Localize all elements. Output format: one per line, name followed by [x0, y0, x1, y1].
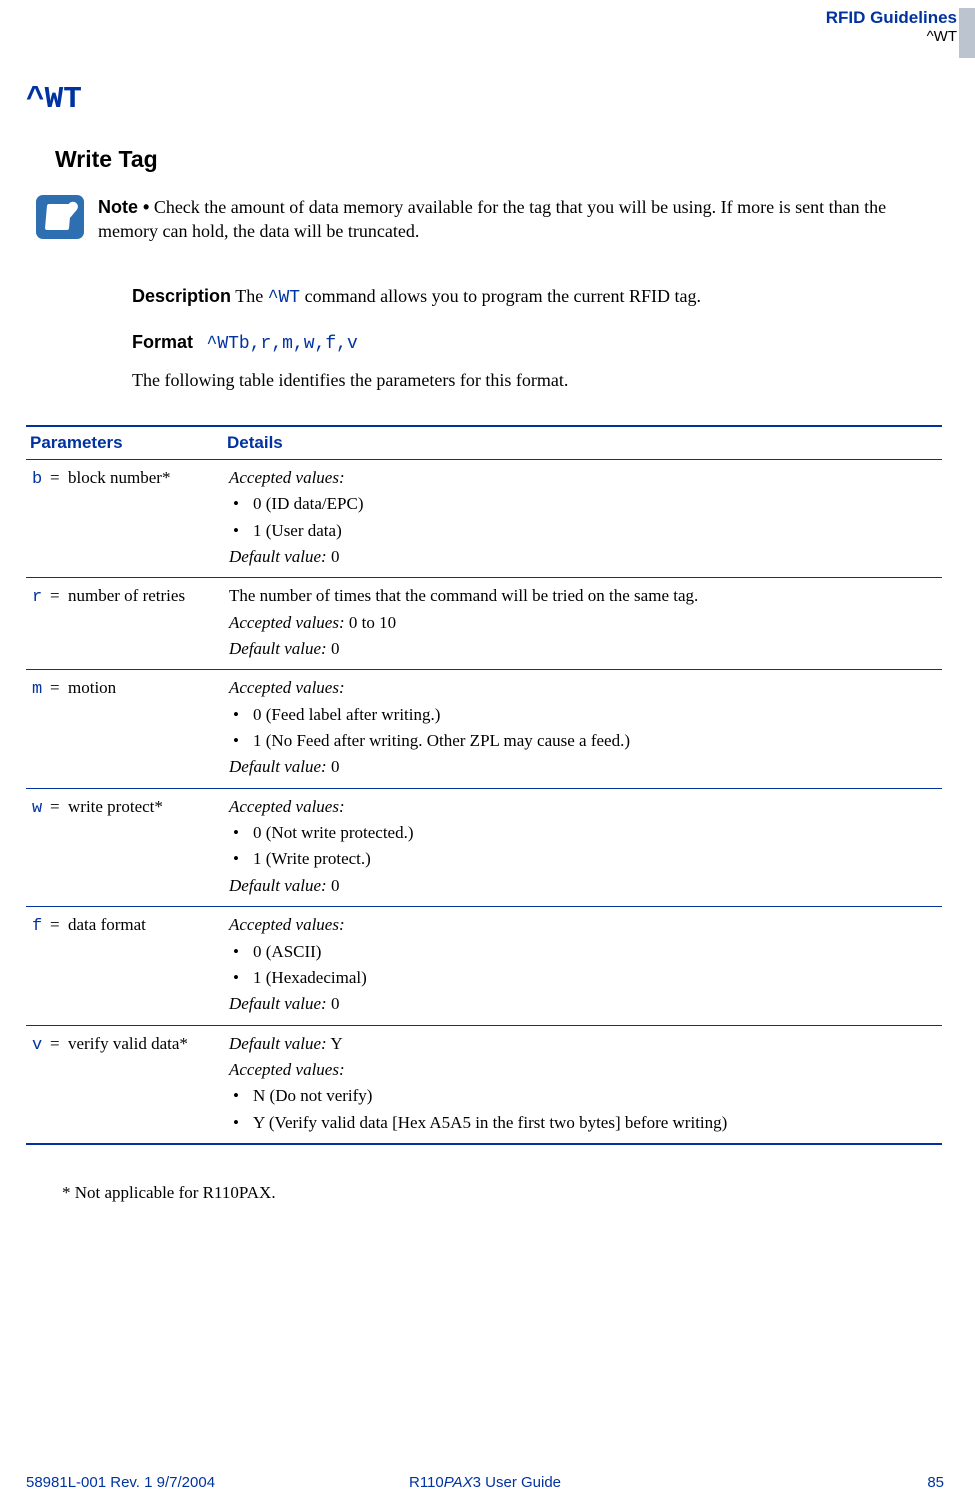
content: Description The ^WT command allows you t… — [132, 286, 942, 409]
param-cell: m=motion — [26, 670, 223, 788]
note-body: Check the amount of data memory availabl… — [98, 197, 886, 241]
detail-line: Default value: 0 — [229, 754, 936, 780]
details-cell: Accepted values:0 (ID data/EPC)1 (User d… — [223, 460, 942, 578]
format-value: ^WTb,r,m,w,f,v — [207, 334, 358, 354]
table-footnote: * Not applicable for R110PAX. — [62, 1183, 276, 1203]
param-name: motion — [68, 675, 208, 701]
param-name: block number* — [68, 465, 208, 491]
param-symbol: v — [32, 1033, 50, 1059]
page-tab — [959, 8, 975, 58]
detail-line: 1 (No Feed after writing. Other ZPL may … — [229, 728, 936, 754]
equals-sign: = — [50, 794, 68, 820]
table-row: b=block number*Accepted values:0 (ID dat… — [26, 460, 942, 578]
table-row: m=motionAccepted values:0 (Feed label af… — [26, 670, 942, 788]
description-post: command allows you to program the curren… — [300, 286, 701, 306]
param-symbol: m — [32, 677, 50, 703]
equals-sign: = — [50, 465, 68, 491]
note-label: Note • — [98, 197, 149, 217]
description-line: Description The ^WT command allows you t… — [132, 286, 942, 308]
detail-line: N (Do not verify) — [229, 1083, 936, 1109]
param-name: data format — [68, 912, 208, 938]
section-title: Write Tag — [55, 146, 158, 173]
details-cell: Accepted values:0 (ASCII)1 (Hexadecimal)… — [223, 907, 942, 1025]
details-cell: Accepted values:0 (Not write protected.)… — [223, 788, 942, 906]
param-name: verify valid data* — [68, 1031, 208, 1057]
table-header-parameters: Parameters — [26, 426, 223, 460]
detail-line: Default value: 0 — [229, 636, 936, 662]
equals-sign: = — [50, 583, 68, 609]
table-lead: The following table identifies the param… — [132, 370, 942, 391]
param-symbol: b — [32, 467, 50, 493]
detail-line: 0 (ASCII) — [229, 939, 936, 965]
table-row: r=number of retriesThe number of times t… — [26, 578, 942, 670]
note-box: Note • Check the amount of data memory a… — [36, 195, 941, 244]
param-cell: f=data format — [26, 907, 223, 1025]
command-heading: ^WT — [26, 82, 82, 117]
page-header: RFID Guidelines ^WT — [826, 8, 957, 45]
details-cell: Default value: YAccepted values:N (Do no… — [223, 1025, 942, 1144]
description-cmd: ^WT — [268, 288, 300, 308]
detail-line: Y (Verify valid data [Hex A5A5 in the fi… — [229, 1110, 936, 1136]
header-title: RFID Guidelines — [826, 8, 957, 28]
table-row: v=verify valid data*Default value: YAcce… — [26, 1025, 942, 1144]
description-pre: The — [231, 286, 268, 306]
detail-line: Default value: Y — [229, 1031, 936, 1057]
param-name: write protect* — [68, 794, 208, 820]
note-icon — [36, 195, 84, 239]
detail-line: 0 (Feed label after writing.) — [229, 702, 936, 728]
equals-sign: = — [50, 912, 68, 938]
detail-line: 1 (User data) — [229, 518, 936, 544]
format-label: Format — [132, 332, 193, 352]
details-cell: Accepted values:0 (Feed label after writ… — [223, 670, 942, 788]
detail-line: 1 (Hexadecimal) — [229, 965, 936, 991]
equals-sign: = — [50, 1031, 68, 1057]
footer-center: R110PAX3 User Guide — [26, 1474, 944, 1491]
table-row: w=write protect*Accepted values:0 (Not w… — [26, 788, 942, 906]
description-label: Description — [132, 286, 231, 306]
detail-line: Accepted values: 0 to 10 — [229, 610, 936, 636]
param-cell: b=block number* — [26, 460, 223, 578]
param-name: number of retries — [68, 583, 208, 609]
param-cell: v=verify valid data* — [26, 1025, 223, 1144]
equals-sign: = — [50, 675, 68, 701]
header-sub: ^WT — [826, 28, 957, 45]
detail-line: Accepted values: — [229, 912, 936, 938]
footer-center-post: 3 User Guide — [473, 1474, 561, 1491]
table-header-details: Details — [223, 426, 942, 460]
detail-line: The number of times that the command wil… — [229, 583, 936, 609]
detail-line: Default value: 0 — [229, 991, 936, 1017]
detail-line: 1 (Write protect.) — [229, 846, 936, 872]
table-row: f=data formatAccepted values:0 (ASCII)1 … — [26, 907, 942, 1025]
detail-line: Default value: 0 — [229, 873, 936, 899]
param-symbol: w — [32, 796, 50, 822]
param-cell: w=write protect* — [26, 788, 223, 906]
detail-line: Accepted values: — [229, 794, 936, 820]
detail-line: 0 (ID data/EPC) — [229, 491, 936, 517]
detail-line: 0 (Not write protected.) — [229, 820, 936, 846]
footer-center-pre: R110 — [409, 1474, 444, 1491]
param-symbol: f — [32, 914, 50, 940]
note-text: Note • Check the amount of data memory a… — [98, 195, 941, 244]
detail-line: Default value: 0 — [229, 544, 936, 570]
page-footer: 58981L-001 Rev. 1 9/7/2004 R110PAX3 User… — [26, 1474, 944, 1491]
detail-line: Accepted values: — [229, 675, 936, 701]
details-cell: The number of times that the command wil… — [223, 578, 942, 670]
detail-line: Accepted values: — [229, 465, 936, 491]
detail-line: Accepted values: — [229, 1057, 936, 1083]
footer-center-italic: PAX — [444, 1474, 473, 1491]
parameters-table: Parameters Details b=block number*Accept… — [26, 425, 942, 1145]
param-symbol: r — [32, 585, 50, 611]
format-line: Format ^WTb,r,m,w,f,v — [132, 332, 942, 354]
param-cell: r=number of retries — [26, 578, 223, 670]
